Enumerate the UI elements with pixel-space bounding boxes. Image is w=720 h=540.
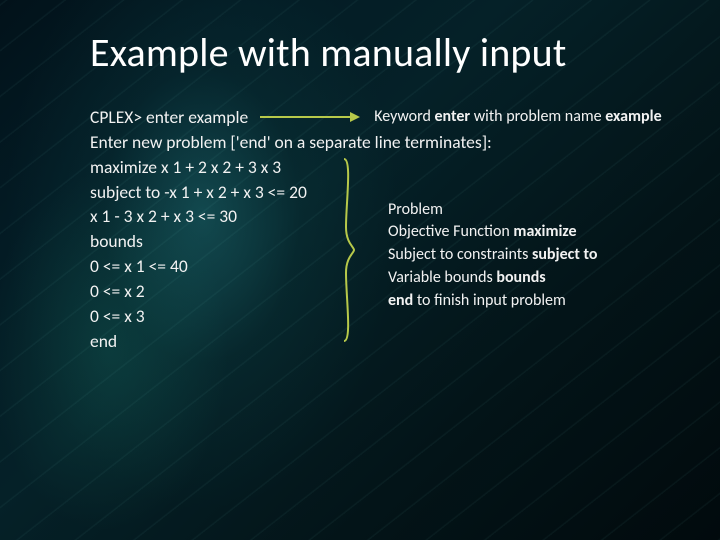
curly-brace-icon — [342, 157, 356, 343]
note-kw-enter: enter — [435, 107, 471, 126]
keyword-note: Keyword enter with problem name example — [374, 106, 661, 129]
annotation-text: Subject to constraints — [388, 245, 532, 264]
annotation-kw: bounds — [496, 268, 545, 287]
note-text: Keyword — [374, 107, 434, 126]
annotation-line: Objective Function maximize — [388, 221, 598, 244]
code-line: 0 <= x 3 — [90, 304, 307, 329]
annotation-line: Subject to constraints subject to — [388, 244, 598, 267]
instruction-line: Enter new problem ['end' on a separate l… — [90, 130, 672, 155]
code-line: 0 <= x 2 — [90, 279, 307, 304]
annotation-line: Variable bounds bounds — [388, 267, 598, 290]
annotation-text: to finish input problem — [413, 291, 566, 310]
annotation-block: Problem Objective Function maximize Subj… — [388, 199, 598, 313]
annotation-line: end to finish input problem — [388, 290, 598, 313]
cplex-prompt: CPLEX> enter example — [90, 105, 248, 130]
problem-lines: maximize x 1 + 2 x 2 + 3 x 3 subject to … — [90, 155, 307, 354]
annotation-kw: end — [388, 291, 413, 310]
annotation-line: Problem — [388, 199, 598, 222]
note-text: with problem name — [470, 107, 605, 126]
annotation-text: Variable bounds — [388, 268, 496, 287]
code-line: x 1 - 3 x 2 + x 3 <= 30 — [90, 204, 307, 229]
code-line: bounds — [90, 229, 307, 254]
slide-content: CPLEX> enter example Keyword enter with … — [90, 105, 672, 353]
code-line: end — [90, 329, 307, 354]
note-kw-example: example — [605, 107, 661, 126]
code-line: 0 <= x 1 <= 40 — [90, 254, 307, 279]
slide: Example with manually input CPLEX> enter… — [0, 0, 720, 540]
code-line: subject to -x 1 + x 2 + x 3 <= 20 — [90, 180, 307, 205]
code-line: maximize x 1 + 2 x 2 + 3 x 3 — [90, 155, 307, 180]
prompt-line: CPLEX> enter example Keyword enter with … — [90, 105, 672, 130]
annotation-kw: maximize — [513, 222, 576, 241]
slide-title: Example with manually input — [90, 28, 672, 77]
problem-block: maximize x 1 + 2 x 2 + 3 x 3 subject to … — [90, 155, 672, 354]
annotation-text: Objective Function — [388, 222, 513, 241]
annotation-kw: subject to — [532, 245, 598, 264]
arrow-right-icon — [260, 111, 360, 123]
